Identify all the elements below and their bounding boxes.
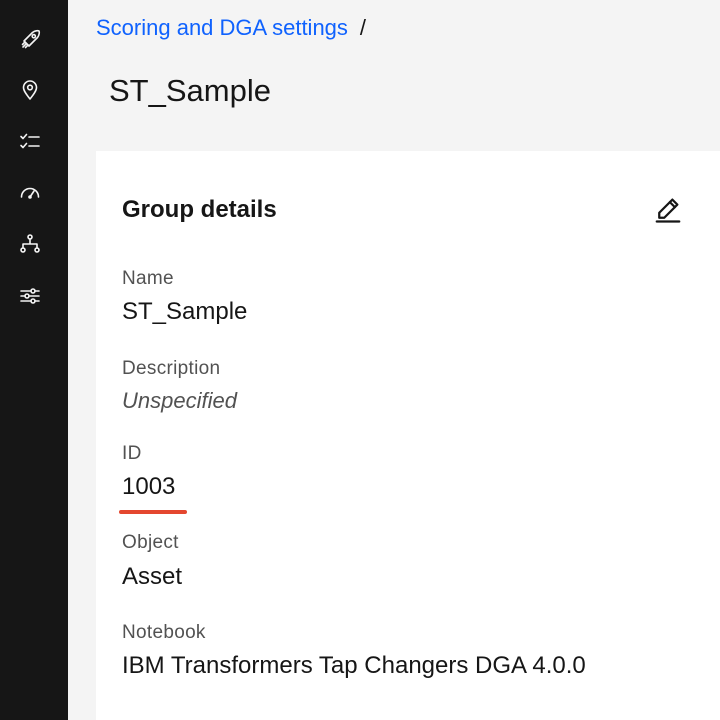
- name-value: ST_Sample: [122, 298, 248, 325]
- id-value: 1003: [122, 473, 176, 500]
- sliders-icon[interactable]: [14, 280, 46, 312]
- rocket-icon[interactable]: [14, 24, 46, 56]
- description-label: Description: [122, 358, 221, 379]
- breadcrumb: Scoring and DGA settings /: [96, 14, 366, 42]
- gauge-icon[interactable]: [14, 176, 46, 208]
- group-details-card: Group details Name ST_Sample Description…: [96, 151, 720, 720]
- main-content: Scoring and DGA settings / ST_Sample Grou…: [68, 0, 720, 720]
- app: Scoring and DGA settings / ST_Sample Grou…: [0, 0, 720, 720]
- hierarchy-icon[interactable]: [14, 228, 46, 260]
- page-title: ST_Sample: [109, 73, 271, 108]
- edit-button[interactable]: [648, 189, 688, 229]
- location-icon[interactable]: [14, 74, 46, 106]
- notebook-value: IBM Transformers Tap Changers DGA 4.0.0: [122, 652, 586, 679]
- left-sidebar: [0, 0, 68, 720]
- pencil-icon: [655, 198, 681, 223]
- breadcrumb-link-scoring-settings[interactable]: Scoring and DGA settings: [96, 15, 348, 40]
- id-label: ID: [122, 443, 142, 464]
- name-label: Name: [122, 268, 174, 289]
- description-value: Unspecified: [122, 388, 237, 413]
- object-value: Asset: [122, 563, 183, 590]
- object-label: Object: [122, 532, 179, 553]
- notebook-label: Notebook: [122, 622, 206, 643]
- id-highlight-underline: [119, 510, 187, 514]
- card-title: Group details: [122, 196, 277, 223]
- checklist-icon[interactable]: [14, 126, 46, 158]
- breadcrumb-separator: /: [359, 15, 367, 40]
